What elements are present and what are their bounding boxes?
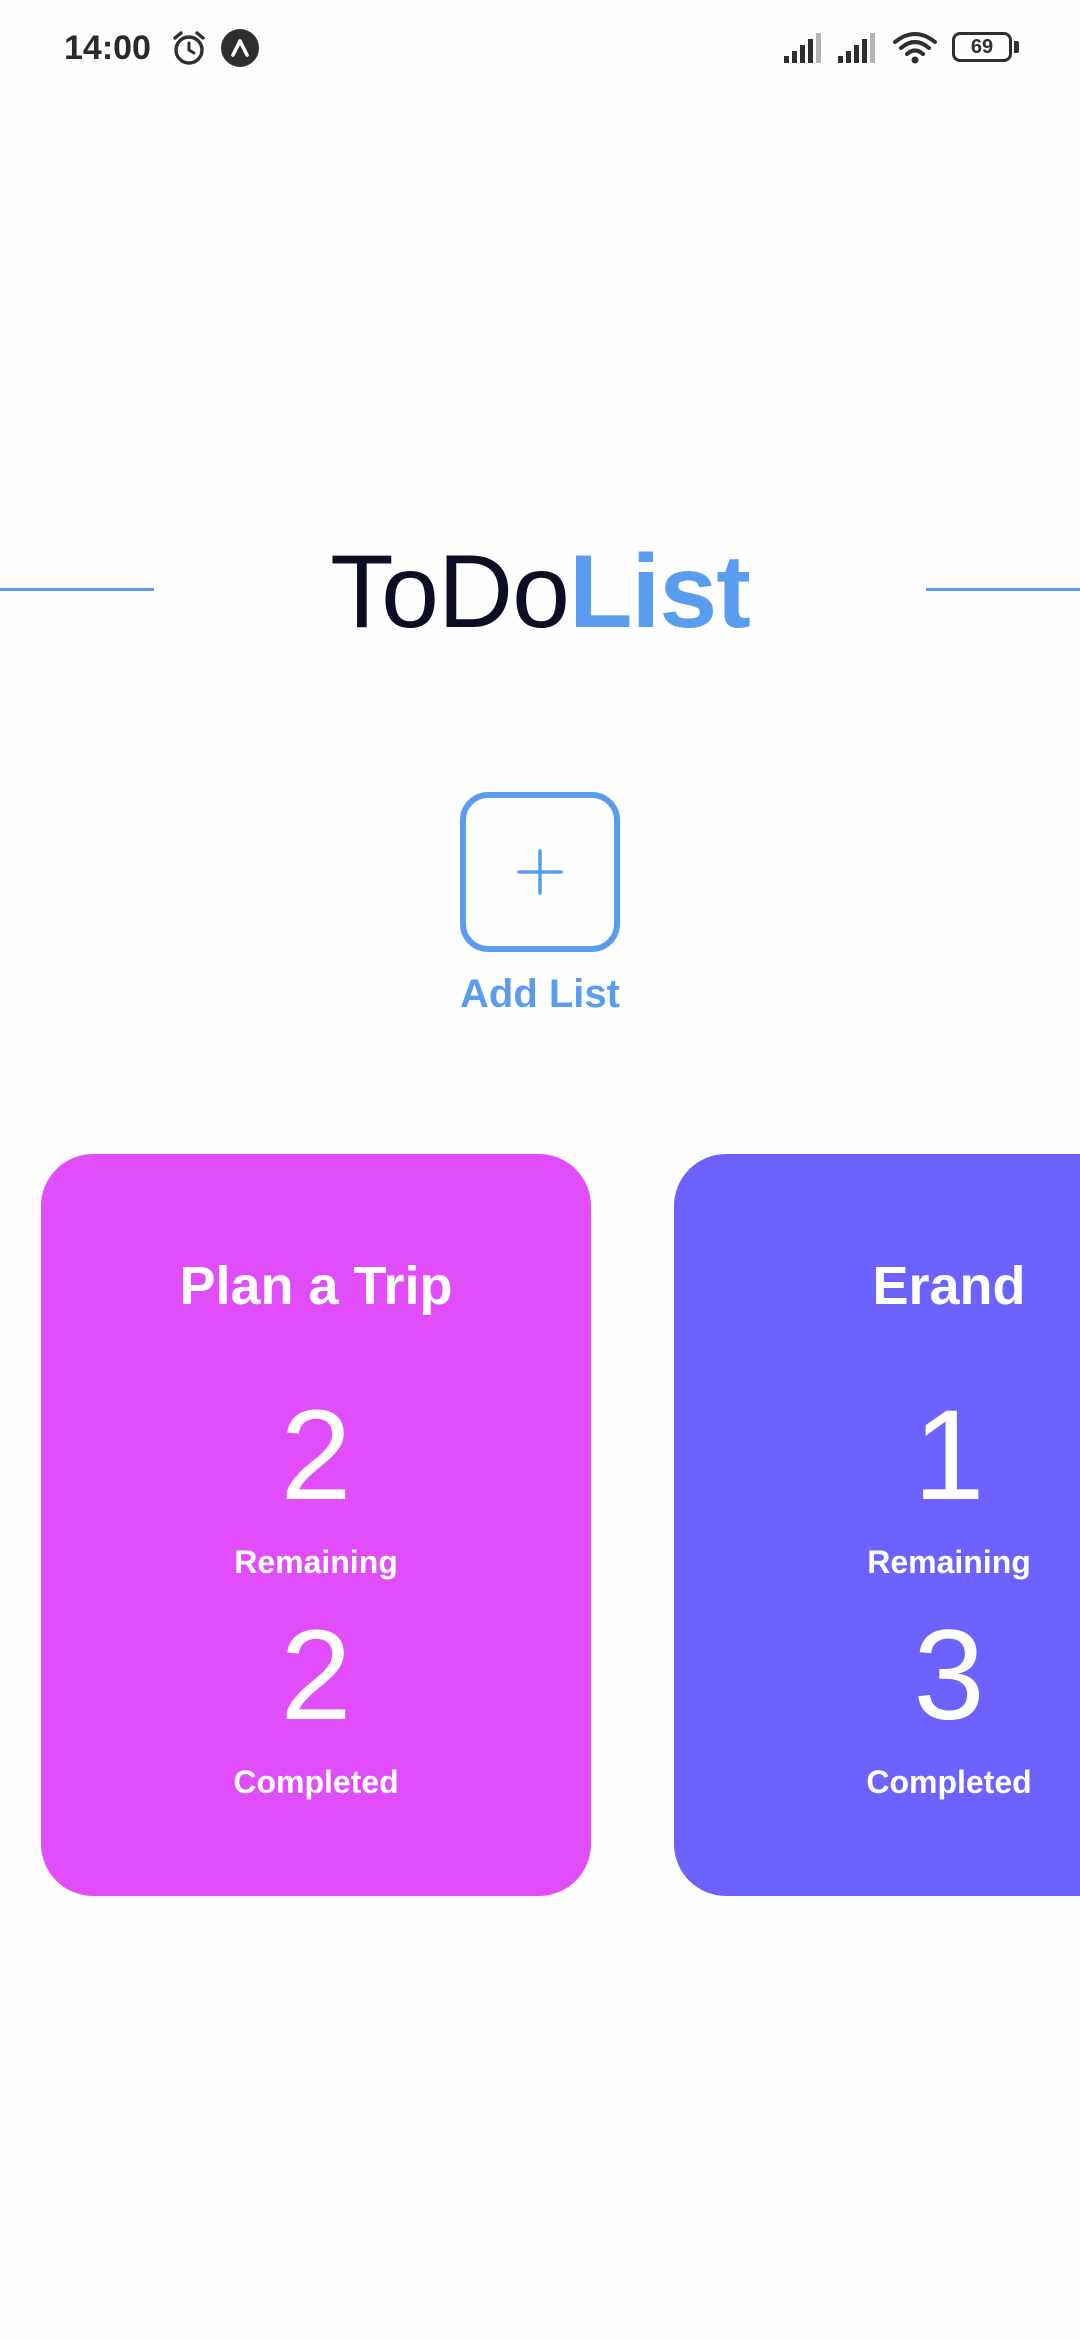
alarm-icon [173, 31, 205, 65]
remaining-label: Remaining [867, 1544, 1031, 1580]
remaining-count: 2 [280, 1384, 352, 1527]
cell-signal-icon [838, 33, 875, 63]
list-card-title: Erand [872, 1256, 1026, 1316]
battery-tip [1014, 41, 1019, 53]
battery-icon: 69 [952, 32, 1012, 62]
completed-count: 2 [280, 1604, 352, 1747]
completed-count: 3 [913, 1604, 985, 1747]
title-part-todo: ToDo [330, 534, 570, 650]
add-list-button[interactable] [460, 792, 620, 952]
status-time: 14:00 [64, 29, 151, 67]
status-bar: 14:00 69 [0, 0, 1080, 96]
cell-signal-icon [784, 33, 821, 63]
title-part-list: List [568, 534, 751, 650]
todo-screen: 14:00 69 ToDoList Add List Plan a Trip 2… [0, 0, 1080, 2340]
title-divider-right [926, 588, 1080, 591]
completed-label: Completed [233, 1764, 399, 1800]
list-card-plan-a-trip[interactable]: Plan a Trip 2 Remaining 2 Completed [41, 1154, 591, 1896]
list-card-erand[interactable]: Erand 1 Remaining 3 Completed [674, 1154, 1080, 1896]
app-notification-icon [221, 29, 259, 67]
completed-label: Completed [866, 1764, 1032, 1800]
remaining-count: 1 [913, 1384, 985, 1527]
add-list-label[interactable]: Add List [340, 966, 740, 1022]
plus-icon [517, 849, 563, 895]
wifi-icon [893, 32, 937, 64]
remaining-label: Remaining [234, 1544, 398, 1580]
page-title: ToDoList [0, 530, 1080, 654]
list-card-title: Plan a Trip [179, 1256, 453, 1316]
